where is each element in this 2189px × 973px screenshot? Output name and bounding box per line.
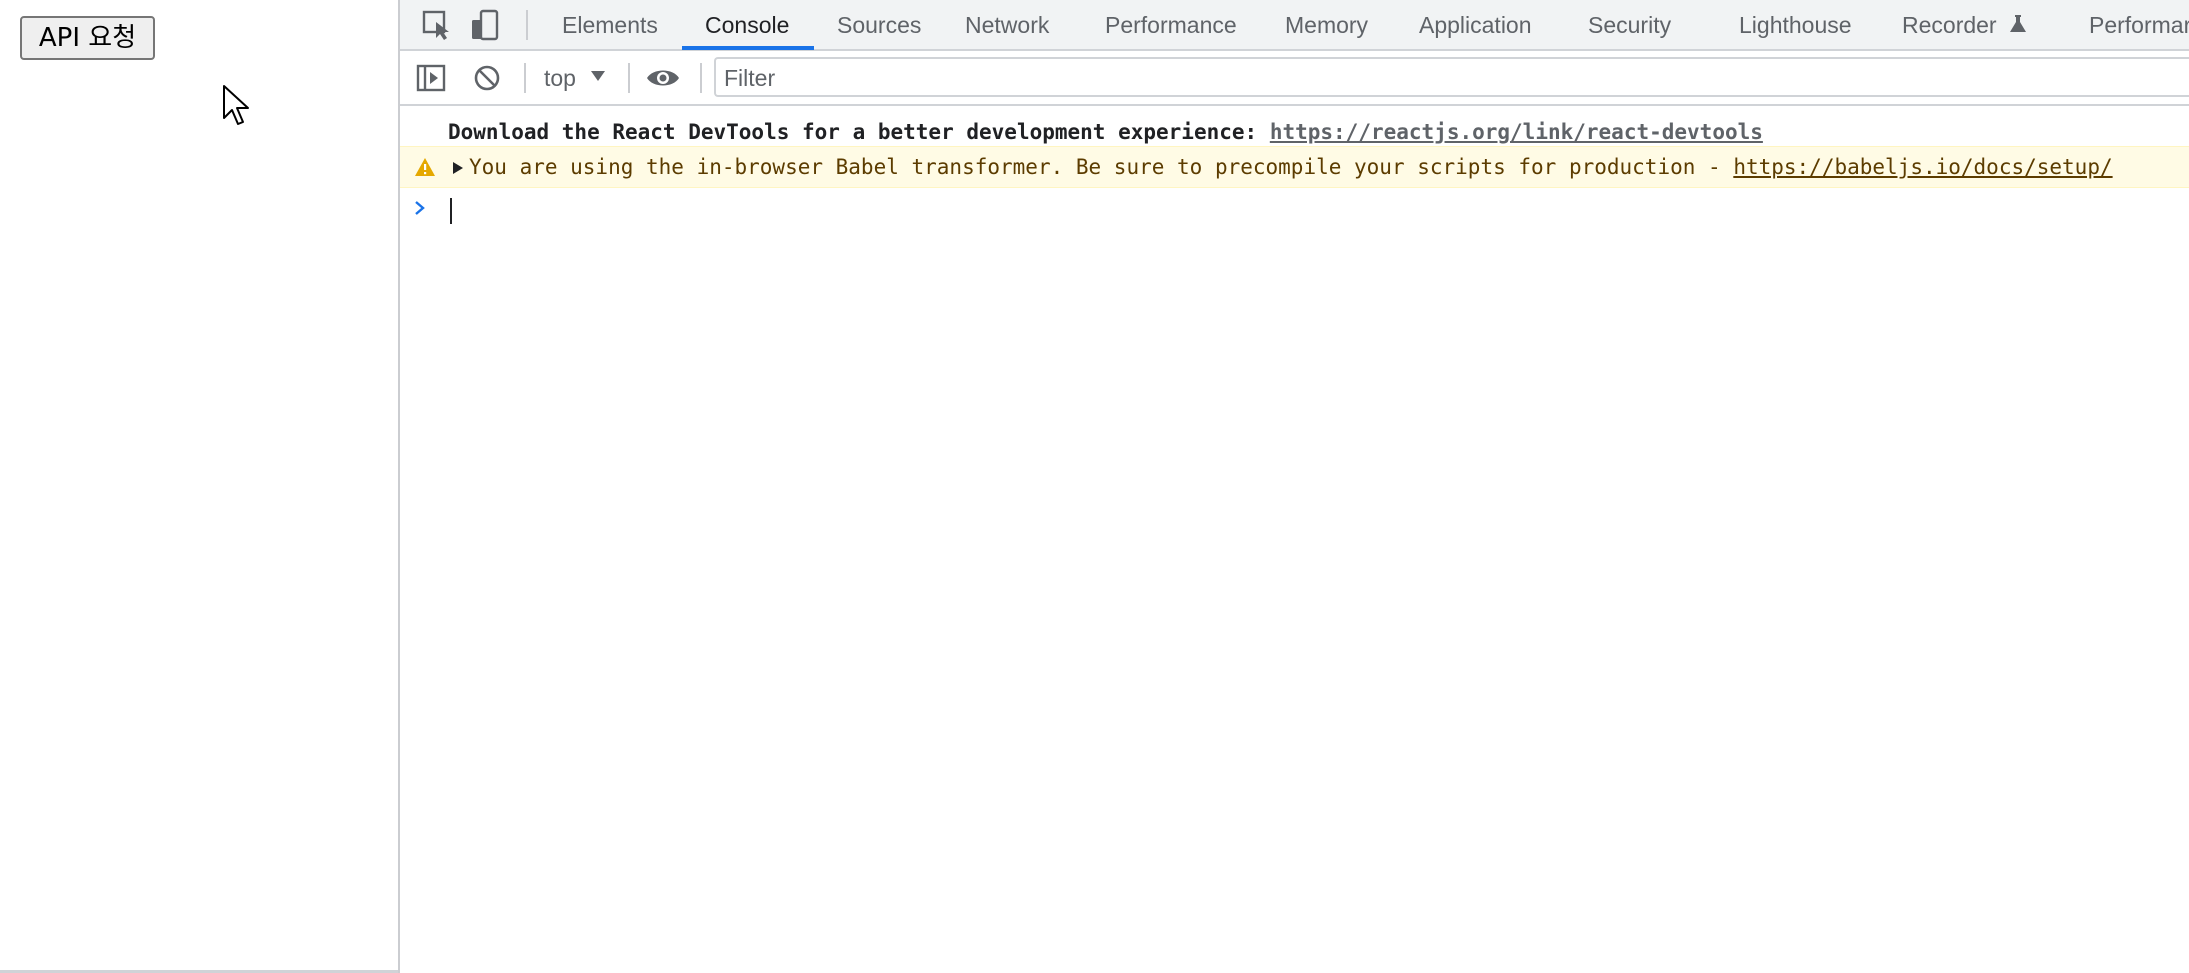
babel-setup-link[interactable]: https://babeljs.io/docs/setup/ — [1733, 155, 2112, 179]
tab-recorder-label: Recorder — [1902, 12, 1997, 38]
tab-sources[interactable]: Sources — [837, 0, 921, 49]
console-message-warning: You are using the in-browser Babel trans… — [400, 146, 2189, 188]
text-caret — [450, 198, 452, 224]
message-body: You are using the in-browser Babel trans… — [469, 155, 1734, 179]
message-body: Download the React DevTools for a better… — [448, 120, 1270, 144]
tab-lighthouse[interactable]: Lighthouse — [1739, 0, 1852, 49]
tab-application[interactable]: Application — [1419, 0, 1532, 49]
tab-performance-insights[interactable]: Performar — [2089, 0, 2189, 49]
show-sidebar-icon[interactable] — [416, 64, 446, 92]
active-tab-indicator — [682, 46, 814, 50]
warning-icon — [415, 158, 435, 176]
device-toolbar-icon[interactable] — [468, 8, 502, 42]
flask-icon — [2010, 15, 2026, 32]
react-devtools-link[interactable]: https://reactjs.org/link/react-devtools — [1270, 120, 1763, 144]
devtools-tabbar: Elements Console Sources Network Perform… — [400, 0, 2189, 51]
tab-elements[interactable]: Elements — [562, 0, 658, 49]
context-selector[interactable]: top — [544, 63, 576, 93]
expand-triangle-icon[interactable] — [452, 161, 464, 175]
tab-recorder[interactable]: Recorder — [1902, 0, 2027, 49]
filter-input[interactable]: Filter — [714, 57, 2189, 97]
filter-placeholder: Filter — [724, 65, 776, 91]
tab-memory[interactable]: Memory — [1285, 0, 1368, 49]
toolbar-separator — [628, 63, 630, 93]
console-toolbar: top Filter — [400, 51, 2189, 106]
console-message-text: You are using the in-browser Babel trans… — [469, 147, 2113, 187]
eye-icon[interactable] — [645, 66, 681, 90]
toolbar-separator — [700, 63, 702, 93]
inspect-element-icon[interactable] — [420, 8, 454, 42]
tab-security[interactable]: Security — [1588, 0, 1671, 49]
context-selector-value: top — [544, 65, 576, 91]
prompt-chevron-icon — [415, 201, 425, 215]
tab-console[interactable]: Console — [705, 0, 789, 49]
api-request-button[interactable]: API 요청 — [20, 16, 155, 60]
devtools-panel: Elements Console Sources Network Perform… — [398, 0, 2189, 973]
console-prompt[interactable] — [400, 188, 2189, 228]
console-output: Download the React DevTools for a better… — [400, 106, 2189, 973]
toolbar-separator — [524, 63, 526, 93]
tab-network[interactable]: Network — [965, 0, 1049, 49]
page-viewport: API 요청 — [0, 0, 398, 973]
mouse-cursor-icon — [223, 85, 249, 125]
chevron-down-icon[interactable] — [590, 70, 606, 82]
toolbar-separator — [526, 10, 528, 40]
tab-performance[interactable]: Performance — [1105, 0, 1237, 49]
clear-console-icon[interactable] — [473, 64, 501, 92]
